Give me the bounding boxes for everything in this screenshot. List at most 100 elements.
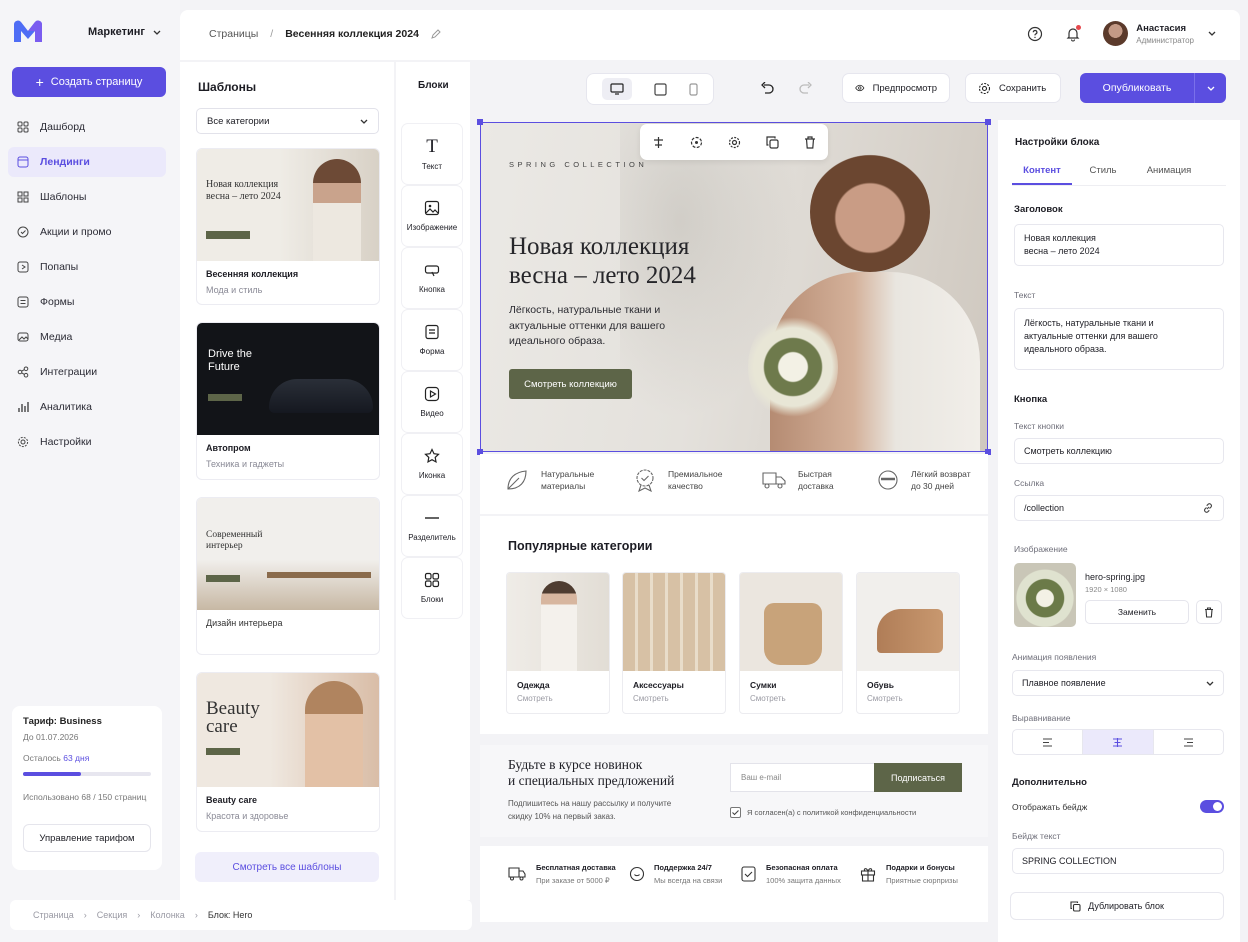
heading-field[interactable]: Новая коллекция весна – лето 2024 [1014, 224, 1224, 266]
app-logo[interactable] [12, 18, 44, 44]
sidebar-item-popups[interactable]: Попапы [8, 252, 166, 282]
button-text-field[interactable]: Смотреть коллекцию [1014, 438, 1224, 464]
category-card[interactable]: Сумки Смотреть [739, 572, 843, 714]
block-button[interactable]: Кнопка [402, 248, 462, 308]
category-image [857, 573, 959, 671]
breadcrumb-root[interactable]: Страницы [209, 28, 258, 40]
sidebar-item-label: Аналитика [40, 401, 92, 413]
notifications-bell[interactable] [1065, 24, 1082, 42]
text-field[interactable]: Лёгкость, натуральные ткани и актуальные… [1014, 308, 1224, 370]
delete-image-button[interactable] [1196, 600, 1222, 624]
preview-button[interactable]: Предпросмотр [842, 73, 950, 103]
benefit-item: Подарки и бонусы Приятные сюрпризы [860, 863, 958, 885]
help-icon[interactable] [1027, 26, 1043, 42]
hero-cta-button[interactable]: Смотреть коллекцию [509, 369, 632, 399]
device-mobile-button[interactable] [689, 82, 698, 96]
sidebar-item-promo[interactable]: Акции и промо [8, 217, 166, 247]
tab-content[interactable]: Контент [1012, 156, 1072, 185]
align-left-button[interactable] [1013, 730, 1082, 754]
block-divider[interactable]: Разделитель [402, 496, 462, 556]
sidebar-item-analytics[interactable]: Аналитика [8, 392, 166, 422]
category-filter[interactable]: Все категории [196, 108, 379, 134]
gear-icon[interactable] [728, 136, 741, 149]
sidebar-item-forms[interactable]: Формы [8, 287, 166, 317]
category-link[interactable]: Смотреть [857, 690, 959, 707]
template-card[interactable]: Drive the Future Автопром Техника и гадже… [196, 322, 380, 480]
align-icon[interactable] [652, 136, 665, 149]
element-crumb[interactable]: Страница [33, 910, 74, 920]
sidebar-item-media[interactable]: Медиа [8, 322, 166, 352]
sidebar-item-integrations[interactable]: Интеграции [8, 357, 166, 387]
user-menu[interactable]: Анастасия Администратор [1103, 21, 1216, 46]
badge-text-field[interactable]: SPRING COLLECTION [1012, 848, 1224, 874]
align-right-button[interactable] [1154, 730, 1223, 754]
device-desktop-button[interactable] [602, 78, 632, 100]
undo-icon[interactable] [760, 82, 774, 94]
newsletter-title-line1: Будьте в курсе новинок [508, 757, 643, 772]
landing-icon [17, 156, 29, 168]
category-card[interactable]: Одежда Смотреть [506, 572, 610, 714]
block-form[interactable]: Форма [402, 310, 462, 370]
subscribe-button[interactable]: Подписаться [874, 763, 962, 792]
sidebar-item-landings[interactable]: Лендинги [8, 147, 166, 177]
manage-plan-button[interactable]: Управление тарифом [23, 824, 151, 852]
text-label: Текст [1014, 290, 1036, 300]
sidebar-item-templates[interactable]: Шаблоны [8, 182, 166, 212]
category-link[interactable]: Смотреть [507, 690, 609, 707]
category-link[interactable]: Смотреть [740, 690, 842, 707]
element-crumb[interactable]: Колонка [150, 910, 185, 920]
sidebar-item-dashboard[interactable]: Дашборд [8, 112, 166, 142]
link-field[interactable]: /collection [1014, 495, 1224, 521]
template-thumb-text: Beauty care [206, 698, 260, 737]
consent-checkbox[interactable]: Я согласен(а) с политикой конфиденциальн… [730, 807, 916, 818]
element-crumb[interactable]: Секция [97, 910, 128, 920]
block-video[interactable]: Видео [402, 372, 462, 432]
category-link[interactable]: Смотреть [623, 690, 725, 707]
newsletter-email-input[interactable]: Ваш e-mail [730, 763, 874, 792]
category-name: Сумки [750, 680, 777, 690]
replace-image-button[interactable]: Заменить [1085, 600, 1189, 624]
template-card[interactable]: Новая коллекция весна – лето 2024 Весенн… [196, 148, 380, 305]
feature-item: Быстрая доставка [762, 468, 834, 492]
feature-line2: материалы [541, 481, 586, 491]
category-card[interactable]: Аксессуары Смотреть [622, 572, 726, 714]
tab-animation[interactable]: Анимация [1134, 156, 1204, 185]
block-text[interactable]: T Текст [402, 124, 462, 184]
resize-handle-tl[interactable] [477, 119, 483, 125]
template-card[interactable]: Современный интерьер Дизайн интерьера [196, 497, 380, 655]
publish-menu-toggle[interactable] [1194, 73, 1226, 103]
block-icon[interactable]: Иконка [402, 434, 462, 494]
template-card[interactable]: Beauty care Beauty care Красота и здоровь… [196, 672, 380, 832]
payment-icon [741, 866, 756, 882]
sidebar-item-settings[interactable]: Настройки [8, 427, 166, 457]
hero-title-line2: весна – лето 2024 [509, 262, 696, 289]
pencil-icon[interactable] [431, 29, 441, 39]
create-page-button[interactable]: + Создать страницу [12, 67, 166, 97]
block-label: Иконка [418, 471, 446, 480]
badge-toggle[interactable] [1200, 800, 1224, 813]
category-card[interactable]: Обувь Смотреть [856, 572, 960, 714]
hero-title: Новая коллекция весна – лето 2024 [509, 232, 729, 290]
block-blocks[interactable]: Блоки [402, 558, 462, 618]
align-center-button[interactable] [1082, 730, 1154, 754]
hero-title-line1: Новая коллекция [509, 233, 690, 260]
device-tablet-button[interactable] [654, 82, 667, 96]
redo-icon[interactable] [799, 82, 813, 94]
trash-icon[interactable] [804, 135, 816, 149]
view-all-templates-button[interactable]: Смотреть все шаблоны [195, 852, 379, 882]
ai-icon[interactable] [690, 136, 703, 149]
publish-button[interactable]: Опубликовать [1080, 73, 1226, 103]
save-button[interactable]: Сохранить [965, 73, 1061, 103]
block-label: Видео [420, 409, 444, 418]
duplicate-block-button[interactable]: Дублировать блок [1010, 892, 1224, 920]
category-image-bag [764, 603, 822, 665]
workspace-switcher[interactable]: Маркетинг [88, 26, 161, 38]
breadcrumb: Страницы / Весенняя коллекция 2024 [209, 28, 441, 40]
resize-handle-tr[interactable] [985, 119, 991, 125]
tab-style[interactable]: Стиль [1072, 156, 1134, 185]
block-image[interactable]: Изображение [402, 186, 462, 246]
eye-icon [855, 84, 865, 92]
copy-icon[interactable] [766, 135, 779, 149]
hero-text: Лёгкость, натуральные ткани и актуальные… [509, 304, 666, 347]
animation-select[interactable]: Плавное появление [1012, 670, 1224, 696]
